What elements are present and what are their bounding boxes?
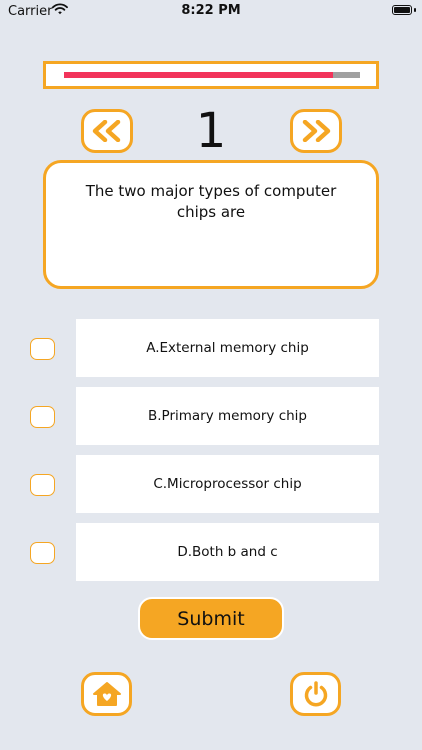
option-row-c: C.Microprocessor chip xyxy=(0,455,422,513)
double-chevron-right-icon xyxy=(302,120,331,142)
option-a-label: A.External memory chip xyxy=(146,340,309,356)
home-button[interactable] xyxy=(81,672,132,716)
option-c-button[interactable]: C.Microprocessor chip xyxy=(76,455,379,513)
option-b-label: B.Primary memory chip xyxy=(147,408,307,424)
battery-tip xyxy=(414,8,416,12)
question-text: The two major types of computer chips ar… xyxy=(85,182,337,221)
status-bar: Carrier 8:22 PM xyxy=(0,0,422,22)
previous-question-button[interactable] xyxy=(81,109,133,153)
clock: 8:22 PM xyxy=(181,3,241,18)
option-row-b: B.Primary memory chip xyxy=(0,387,422,445)
option-b-button[interactable]: B.Primary memory chip xyxy=(76,387,379,445)
option-d-label: D.Both b and c xyxy=(177,544,278,560)
option-c-label: C.Microprocessor chip xyxy=(153,476,302,492)
option-b-checkbox[interactable] xyxy=(30,406,55,428)
question-number: 1 xyxy=(195,103,227,159)
option-d-checkbox[interactable] xyxy=(30,542,55,564)
option-row-d: D.Both b and c xyxy=(0,523,422,581)
battery-icon xyxy=(392,5,412,15)
progress-fill xyxy=(64,72,334,78)
option-d-button[interactable]: D.Both b and c xyxy=(76,523,379,581)
option-a-checkbox[interactable] xyxy=(30,338,55,360)
power-button[interactable] xyxy=(290,672,341,716)
home-heart-icon xyxy=(92,682,121,706)
submit-button[interactable]: Submit xyxy=(138,597,284,640)
submit-label: Submit xyxy=(177,607,245,630)
progress-bar xyxy=(43,61,379,89)
progress-track xyxy=(64,72,360,78)
question-card: The two major types of computer chips ar… xyxy=(43,160,379,289)
power-icon xyxy=(304,681,327,707)
double-chevron-left-icon xyxy=(92,120,121,142)
option-row-a: A.External memory chip xyxy=(0,319,422,377)
next-question-button[interactable] xyxy=(290,109,342,153)
option-a-button[interactable]: A.External memory chip xyxy=(76,319,379,377)
option-c-checkbox[interactable] xyxy=(30,474,55,496)
